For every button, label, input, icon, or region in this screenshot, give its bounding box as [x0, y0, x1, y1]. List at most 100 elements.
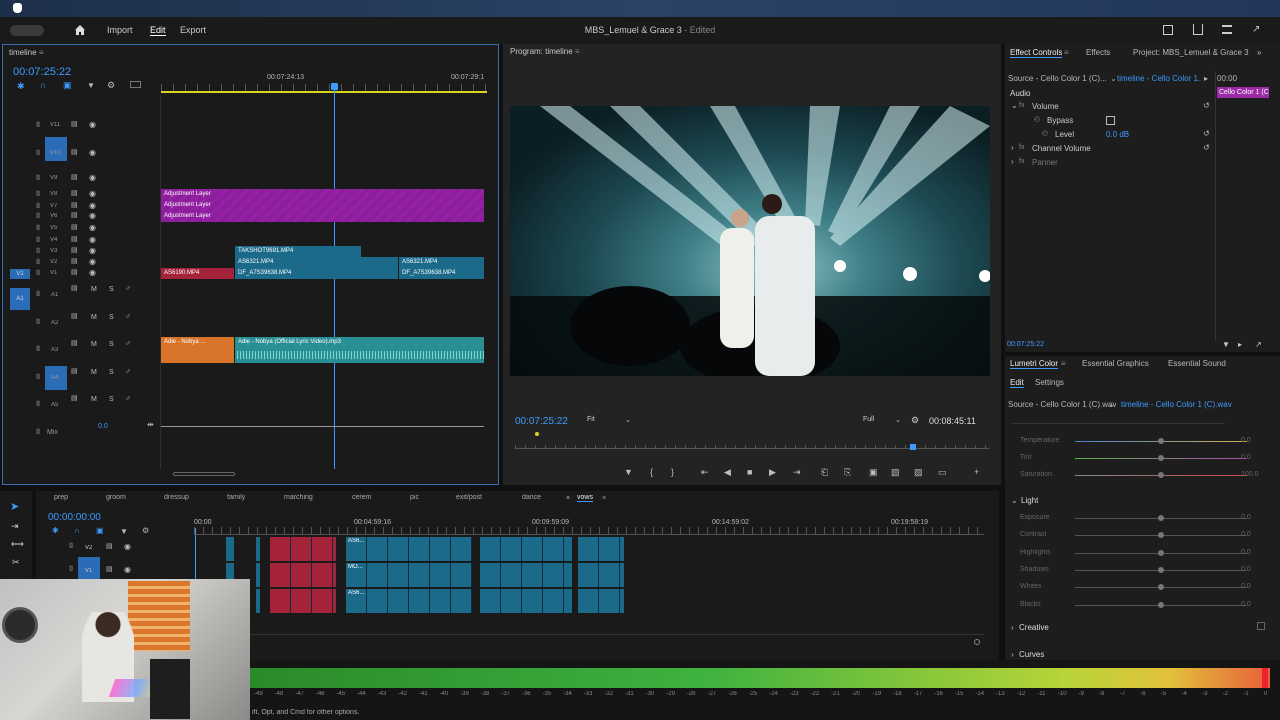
tab-groom[interactable]: groom — [106, 494, 126, 501]
stopwatch-icon[interactable]: ◴ — [1042, 130, 1048, 138]
slider-knob[interactable] — [1158, 584, 1164, 591]
filter-icon[interactable]: ▼ — [1222, 340, 1230, 349]
lumetri-exposure-value[interactable]: 0.0 — [1241, 514, 1251, 521]
compare-icon[interactable]: ▧ — [891, 468, 900, 477]
tab-exit-post[interactable]: exit/post — [456, 494, 482, 501]
solo-button[interactable]: S — [109, 286, 114, 294]
sequence-clip[interactable] — [578, 563, 624, 587]
solo-button[interactable]: S — [109, 314, 114, 322]
eye-icon[interactable]: ◉ — [89, 189, 96, 198]
slider-knob[interactable] — [1158, 566, 1164, 573]
slider-knob[interactable] — [1158, 455, 1164, 461]
tab-family[interactable]: family — [227, 494, 245, 501]
tab-dance[interactable]: dance — [522, 494, 541, 501]
close-icon[interactable]: × — [566, 495, 570, 503]
lock-icon[interactable]: ⌷ — [36, 319, 40, 327]
sync-lock-icon[interactable]: ▤ — [71, 247, 78, 255]
lock-icon[interactable]: ⌷ — [69, 566, 73, 574]
share-icon[interactable] — [1193, 24, 1203, 35]
time-ruler[interactable] — [161, 84, 487, 93]
eye-icon[interactable]: ◉ — [89, 257, 96, 266]
eye-icon[interactable]: ◉ — [89, 235, 96, 244]
lock-icon[interactable]: ⌷ — [36, 374, 40, 382]
slider-knob[interactable] — [1158, 601, 1164, 608]
sequence-clip[interactable] — [346, 537, 472, 561]
lumetri-temperature-slider[interactable] — [1075, 438, 1247, 444]
sync-lock-icon[interactable]: ▤ — [106, 543, 113, 551]
sync-lock-icon[interactable]: ▤ — [71, 395, 78, 403]
program-video-frame[interactable] — [510, 106, 990, 376]
tab-pic[interactable]: pic — [410, 494, 419, 501]
nav-export[interactable]: Export — [180, 25, 206, 35]
fx-icon[interactable]: fx — [1019, 158, 1024, 166]
program-playhead[interactable] — [910, 444, 916, 450]
eye-icon[interactable]: ◉ — [89, 268, 96, 277]
panel-toggle-button[interactable] — [10, 25, 44, 36]
mute-button[interactable]: M — [91, 314, 97, 322]
video-clip[interactable]: AS6321.MP4 — [399, 257, 484, 268]
quick-export-icon[interactable] — [1163, 25, 1173, 35]
mute-button[interactable]: M — [91, 286, 97, 294]
sequence-clip[interactable] — [270, 563, 336, 587]
sequence-clip[interactable] — [578, 589, 624, 613]
ec-item-bypass[interactable]: Bypass — [1047, 116, 1073, 125]
sequence-clip[interactable] — [480, 537, 572, 561]
ec-export-icon[interactable]: ↗ — [1255, 340, 1262, 349]
captions-icon[interactable] — [130, 81, 141, 88]
eye-icon[interactable]: ◉ — [89, 246, 96, 255]
tab-marching[interactable]: marching — [284, 494, 313, 501]
step-back-icon[interactable]: ◀ — [724, 468, 731, 477]
lock-icon[interactable]: ⌷ — [36, 150, 40, 158]
solo-button[interactable]: S — [109, 341, 114, 349]
sequence-clip[interactable] — [270, 589, 336, 613]
eye-icon[interactable]: ◉ — [89, 201, 96, 210]
bypass-checkbox[interactable] — [1106, 116, 1115, 125]
lock-icon[interactable]: ⌷ — [36, 203, 40, 211]
linked-selection-icon[interactable]: ▣ — [96, 526, 104, 535]
fx-icon[interactable]: fx — [1019, 144, 1024, 152]
sequence-clip[interactable] — [256, 563, 260, 587]
sequence-clip[interactable] — [256, 537, 260, 561]
adjustment-layer-clip[interactable]: Adjustment Layer — [161, 200, 484, 211]
lumetri-shadows-slider[interactable] — [1075, 566, 1247, 573]
settings-wrench-icon[interactable]: ⚙ — [911, 415, 919, 426]
wrench-icon[interactable]: ⚙ — [142, 526, 149, 535]
video-clip[interactable]: AS6321.MP4 — [235, 257, 398, 268]
timeline-tab[interactable]: timeline ≡ — [9, 45, 43, 61]
slider-knob[interactable] — [1158, 472, 1164, 478]
sequence-timecode[interactable]: 00:00:00:00 — [48, 512, 101, 523]
lumetri-target[interactable]: timeline - Cello Color 1 (C).wav — [1121, 400, 1232, 409]
ripple-edit-tool-icon[interactable]: ⟷ — [11, 539, 24, 550]
ec-item-channel-volume[interactable]: Channel Volume — [1032, 144, 1091, 153]
lock-icon[interactable]: ⌷ — [36, 270, 40, 278]
multicam-icon[interactable]: ▨ — [914, 468, 923, 477]
chevron-right-icon[interactable]: › — [1011, 144, 1014, 152]
selection-tool-icon[interactable]: ➤ — [10, 500, 19, 513]
mark-out-icon[interactable]: } — [671, 468, 674, 477]
lock-icon[interactable]: ⌷ — [36, 225, 40, 233]
microphone-icon[interactable]: ♂ — [125, 368, 131, 376]
lumetri-whites-value[interactable]: 0.0 — [1241, 583, 1251, 590]
nav-import[interactable]: Import — [107, 25, 133, 35]
slider-knob[interactable] — [1158, 515, 1164, 521]
reset-icon[interactable]: ↺ — [1203, 102, 1210, 110]
video-clip[interactable]: TAKSHOT9691.MP4 — [235, 246, 361, 257]
linked-selection-icon[interactable]: ▣ — [63, 80, 72, 91]
eye-icon[interactable]: ◉ — [89, 223, 96, 232]
tab-essential-sound[interactable]: Essential Sound — [1168, 359, 1226, 368]
panel-menu-icon[interactable]: ≡ — [575, 47, 580, 56]
adjustment-layer-clip[interactable]: Adjustment Layer — [161, 211, 484, 222]
lock-icon[interactable]: ⌷ — [36, 429, 40, 437]
light-section-title[interactable]: Light — [1021, 496, 1038, 505]
sequence-clip[interactable] — [270, 537, 336, 561]
eye-icon[interactable]: ◉ — [89, 174, 96, 182]
audio-clip[interactable]: Adie - Nobya (Official Lyric Video).mp3 — [235, 337, 484, 363]
lock-icon[interactable]: ⌷ — [36, 122, 40, 130]
tab-prep[interactable]: prep — [54, 494, 68, 501]
chevron-right-icon[interactable]: › — [1011, 650, 1014, 659]
sequence-clip[interactable] — [480, 563, 572, 587]
mix-nav-icon[interactable]: ⇹ — [147, 421, 154, 429]
stop-icon[interactable]: ■ — [747, 468, 752, 477]
sync-lock-icon[interactable]: ▤ — [71, 212, 78, 220]
lock-icon[interactable]: ⌷ — [36, 291, 40, 299]
